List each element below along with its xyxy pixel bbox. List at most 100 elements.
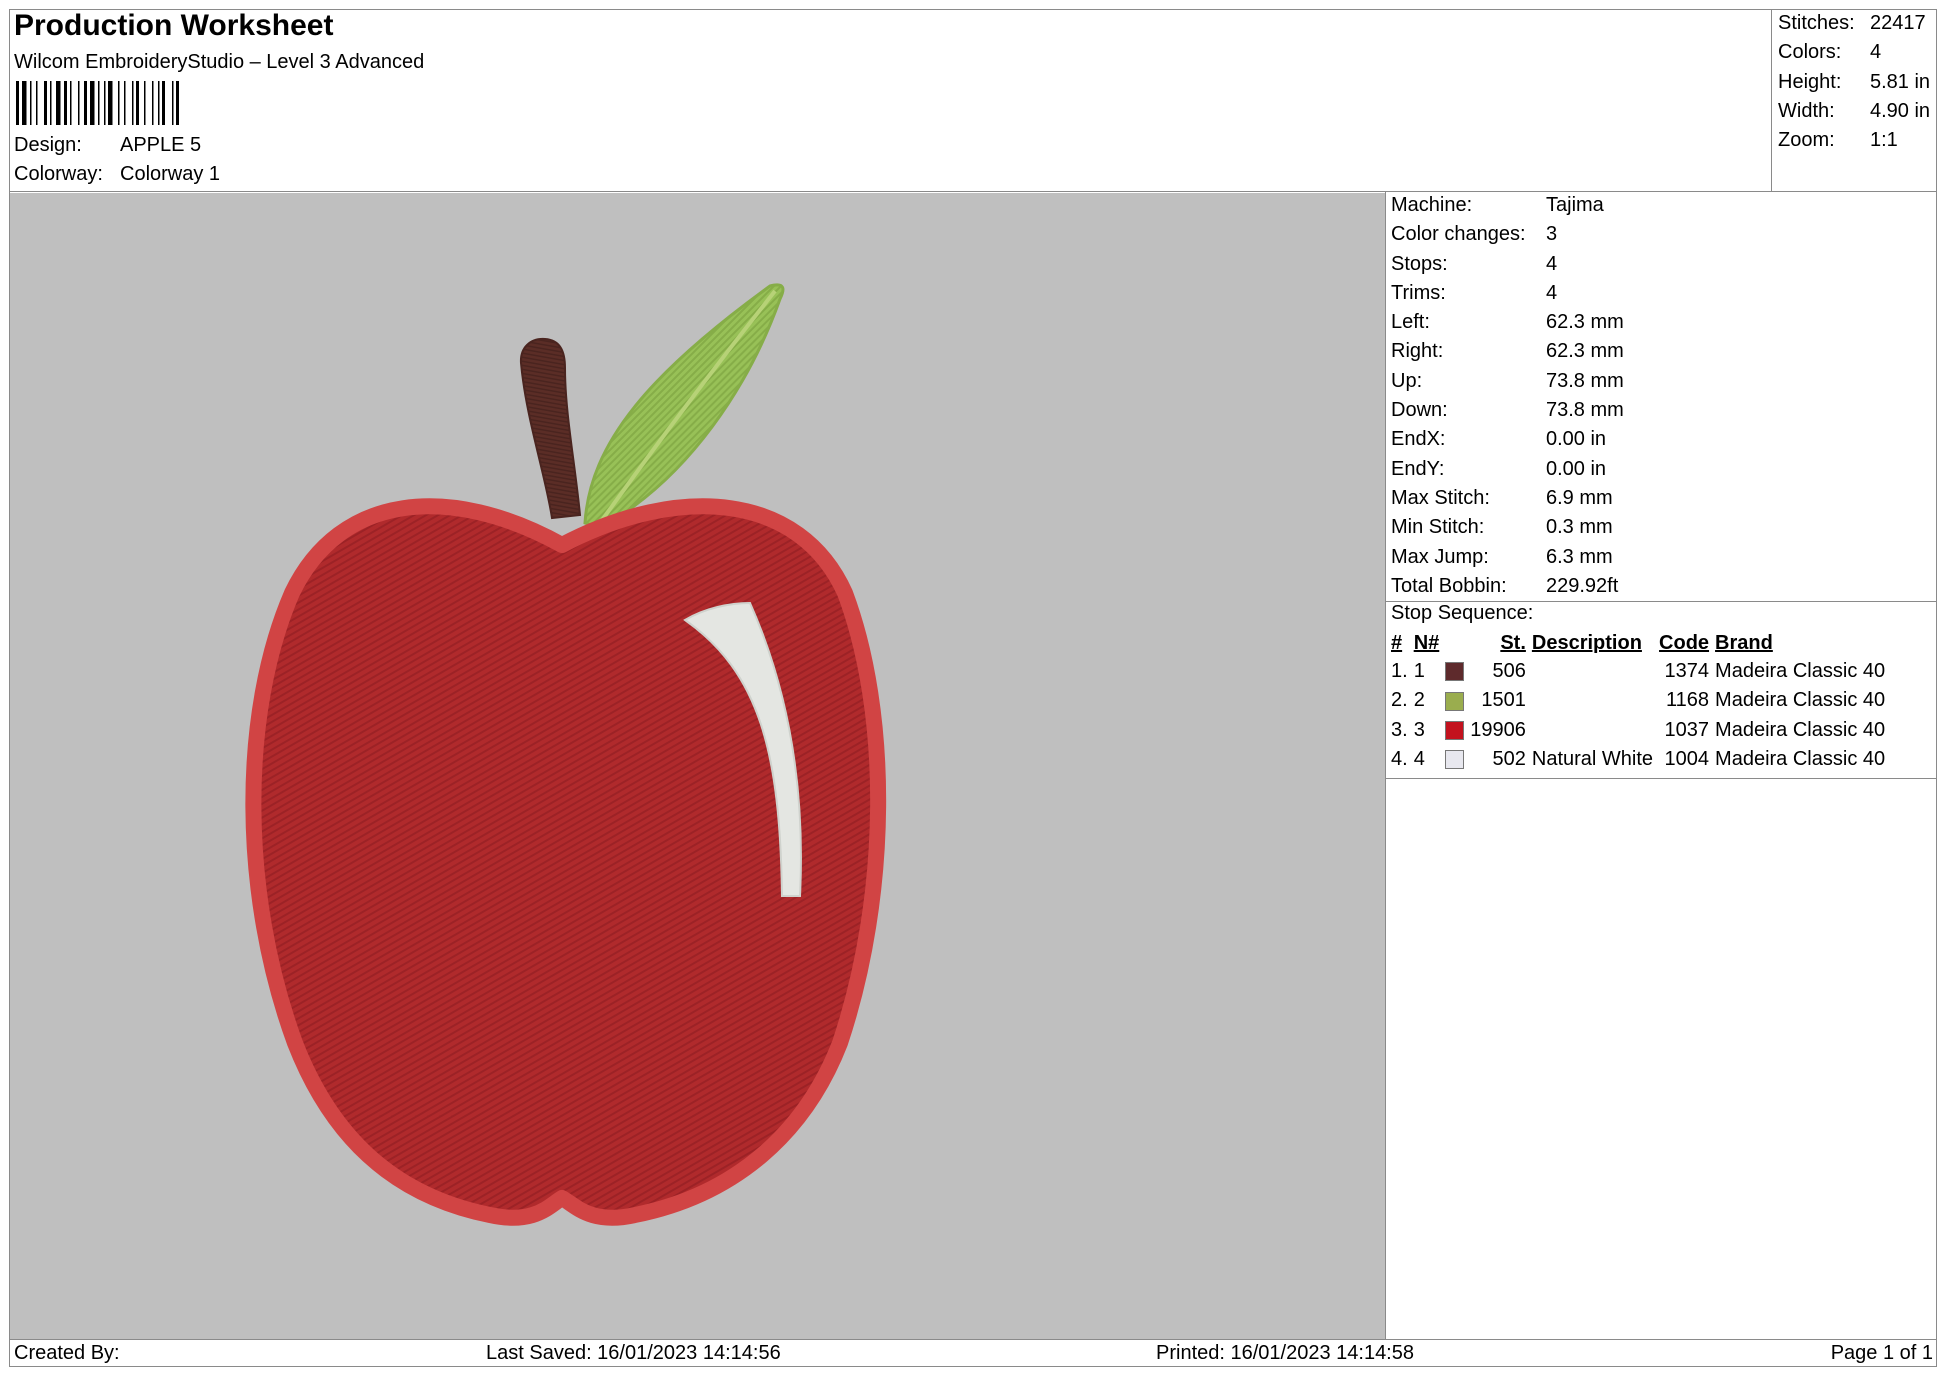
barcode-bar <box>124 81 126 125</box>
machine-specs: Machine: Tajima Color changes: 3 Stops: 4 T… <box>1391 191 1624 601</box>
row-brand: Madeira Classic 40 <box>1715 718 1886 741</box>
summary-row: Width: 4.90 in <box>1778 97 1930 126</box>
row-index: 3. <box>1391 718 1408 741</box>
spec-row: Down: 73.8 mm <box>1391 396 1624 425</box>
design-row: Design: APPLE 5 <box>14 134 201 157</box>
spec-label: Down: <box>1391 399 1448 422</box>
color-swatch <box>1445 662 1465 682</box>
summary-row: Stitches: 22417 <box>1778 9 1930 38</box>
barcode-bar <box>152 81 154 125</box>
design-preview <box>10 193 1385 1339</box>
spec-value: 62.3 mm <box>1546 311 1624 334</box>
col-needle: N# <box>1413 632 1440 654</box>
color-swatch <box>1445 750 1465 770</box>
footer-printed: Printed: 16/01/2023 14:14:58 <box>1156 1342 1414 1364</box>
spec-row: EndY: 0.00 in <box>1391 455 1624 484</box>
table-row: 3. 3 19906 1037 Madeira Classic 40 <box>1388 716 1888 745</box>
leaf-vein <box>598 289 777 525</box>
col-code: Code <box>1659 632 1710 654</box>
row-index: 1. <box>1391 660 1408 683</box>
row-needle: 1 <box>1413 660 1425 683</box>
spec-label: EndX: <box>1391 428 1446 451</box>
spec-label: Machine: <box>1391 194 1473 216</box>
barcode-bar <box>136 81 139 125</box>
row-code: 1168 <box>1666 689 1710 712</box>
summary-value: 22417 <box>1870 12 1926 34</box>
barcode-bar <box>104 81 106 125</box>
spec-value: 3 <box>1546 223 1558 246</box>
summary-value: 5.81 in <box>1870 70 1931 93</box>
summary-value: 4.90 in <box>1870 99 1931 122</box>
spec-label: Max Stitch: <box>1391 486 1490 509</box>
table-row: 4. 4 502 Natural White 1004 Madeira Clas… <box>1388 745 1888 774</box>
row-stitches: 1501 <box>1481 689 1526 712</box>
spec-value: 62.3 mm <box>1546 340 1624 363</box>
row-brand: Madeira Classic 40 <box>1715 689 1886 712</box>
barcode-bar <box>144 81 146 125</box>
barcode-bar <box>108 81 113 125</box>
spec-label: Total Bobbin: <box>1391 574 1507 597</box>
summary-divider <box>1771 10 1772 191</box>
col-description: Description <box>1531 632 1642 654</box>
summary-row: Colors: 4 <box>1778 38 1930 67</box>
spec-value: 0.00 in <box>1546 457 1607 480</box>
spec-value: 229.92ft <box>1546 574 1619 597</box>
barcode-bar <box>98 81 100 125</box>
colorway-row: Colorway: Colorway 1 <box>14 163 220 186</box>
apple-stem <box>519 337 582 520</box>
barcode-bar <box>90 81 95 125</box>
summary-label: Stitches: <box>1778 12 1855 34</box>
barcode-bar <box>172 81 174 125</box>
summary-value: 1:1 <box>1870 129 1898 152</box>
row-brand: Madeira Classic 40 <box>1715 748 1886 771</box>
col-color <box>1442 630 1467 657</box>
col-index: # <box>1391 632 1403 654</box>
summary-panel: Stitches: 22417 Colors: 4 Height: 5.81 in W… <box>1778 9 1930 155</box>
barcode-bar <box>132 81 134 125</box>
spec-row: Trims: 4 <box>1391 279 1624 308</box>
barcode <box>16 81 179 125</box>
spec-label: EndY: <box>1391 457 1445 480</box>
summary-label: Colors: <box>1778 41 1842 64</box>
row-description <box>1529 716 1656 745</box>
row-description <box>1529 686 1656 715</box>
spec-label: Color changes: <box>1391 223 1526 246</box>
row-stitches: 506 <box>1492 660 1526 683</box>
summary-value: 4 <box>1870 41 1882 64</box>
barcode-bar <box>56 81 61 125</box>
summary-row: Height: 5.81 in <box>1778 68 1930 97</box>
row-color <box>1442 745 1467 774</box>
table-header: # N# St. Description Code Brand <box>1388 630 1888 657</box>
preview-divider <box>1385 192 1386 1339</box>
barcode-bar <box>118 81 120 125</box>
row-stitches: 19906 <box>1470 718 1526 741</box>
row-description: Natural White <box>1531 748 1654 771</box>
row-index: 4. <box>1391 748 1408 771</box>
row-code: 1004 <box>1664 748 1710 771</box>
barcode-bar <box>16 81 19 125</box>
spec-value: 6.3 mm <box>1546 545 1613 568</box>
table-row: 2. 2 1501 1168 Madeira Classic 40 <box>1388 686 1888 715</box>
spec-label: Trims: <box>1391 281 1446 304</box>
footer-divider <box>10 1339 1936 1340</box>
spec-label: Right: <box>1391 340 1444 363</box>
color-swatch <box>1445 720 1465 740</box>
software-name: Wilcom EmbroideryStudio – Level 3 Advanc… <box>14 51 425 73</box>
barcode-bar <box>158 81 160 125</box>
spec-row: Min Stitch: 0.3 mm <box>1391 513 1624 542</box>
footer-last-saved: Last Saved: 16/01/2023 14:14:56 <box>486 1342 781 1364</box>
row-needle: 4 <box>1413 748 1425 771</box>
summary-label: Height: <box>1778 70 1842 93</box>
barcode-bar <box>70 81 72 125</box>
row-description <box>1529 657 1656 686</box>
row-index: 2. <box>1391 689 1408 712</box>
spec-value: 4 <box>1546 252 1558 275</box>
spec-row: Machine: Tajima <box>1391 191 1624 220</box>
spec-row: Left: 62.3 mm <box>1391 308 1624 337</box>
spec-value: 73.8 mm <box>1546 399 1624 422</box>
colorway-value: Colorway 1 <box>120 163 221 185</box>
design-value: APPLE 5 <box>120 134 202 156</box>
header-divider <box>10 191 1936 192</box>
spec-label: Min Stitch: <box>1391 516 1485 539</box>
page-title: Production Worksheet <box>14 9 334 42</box>
